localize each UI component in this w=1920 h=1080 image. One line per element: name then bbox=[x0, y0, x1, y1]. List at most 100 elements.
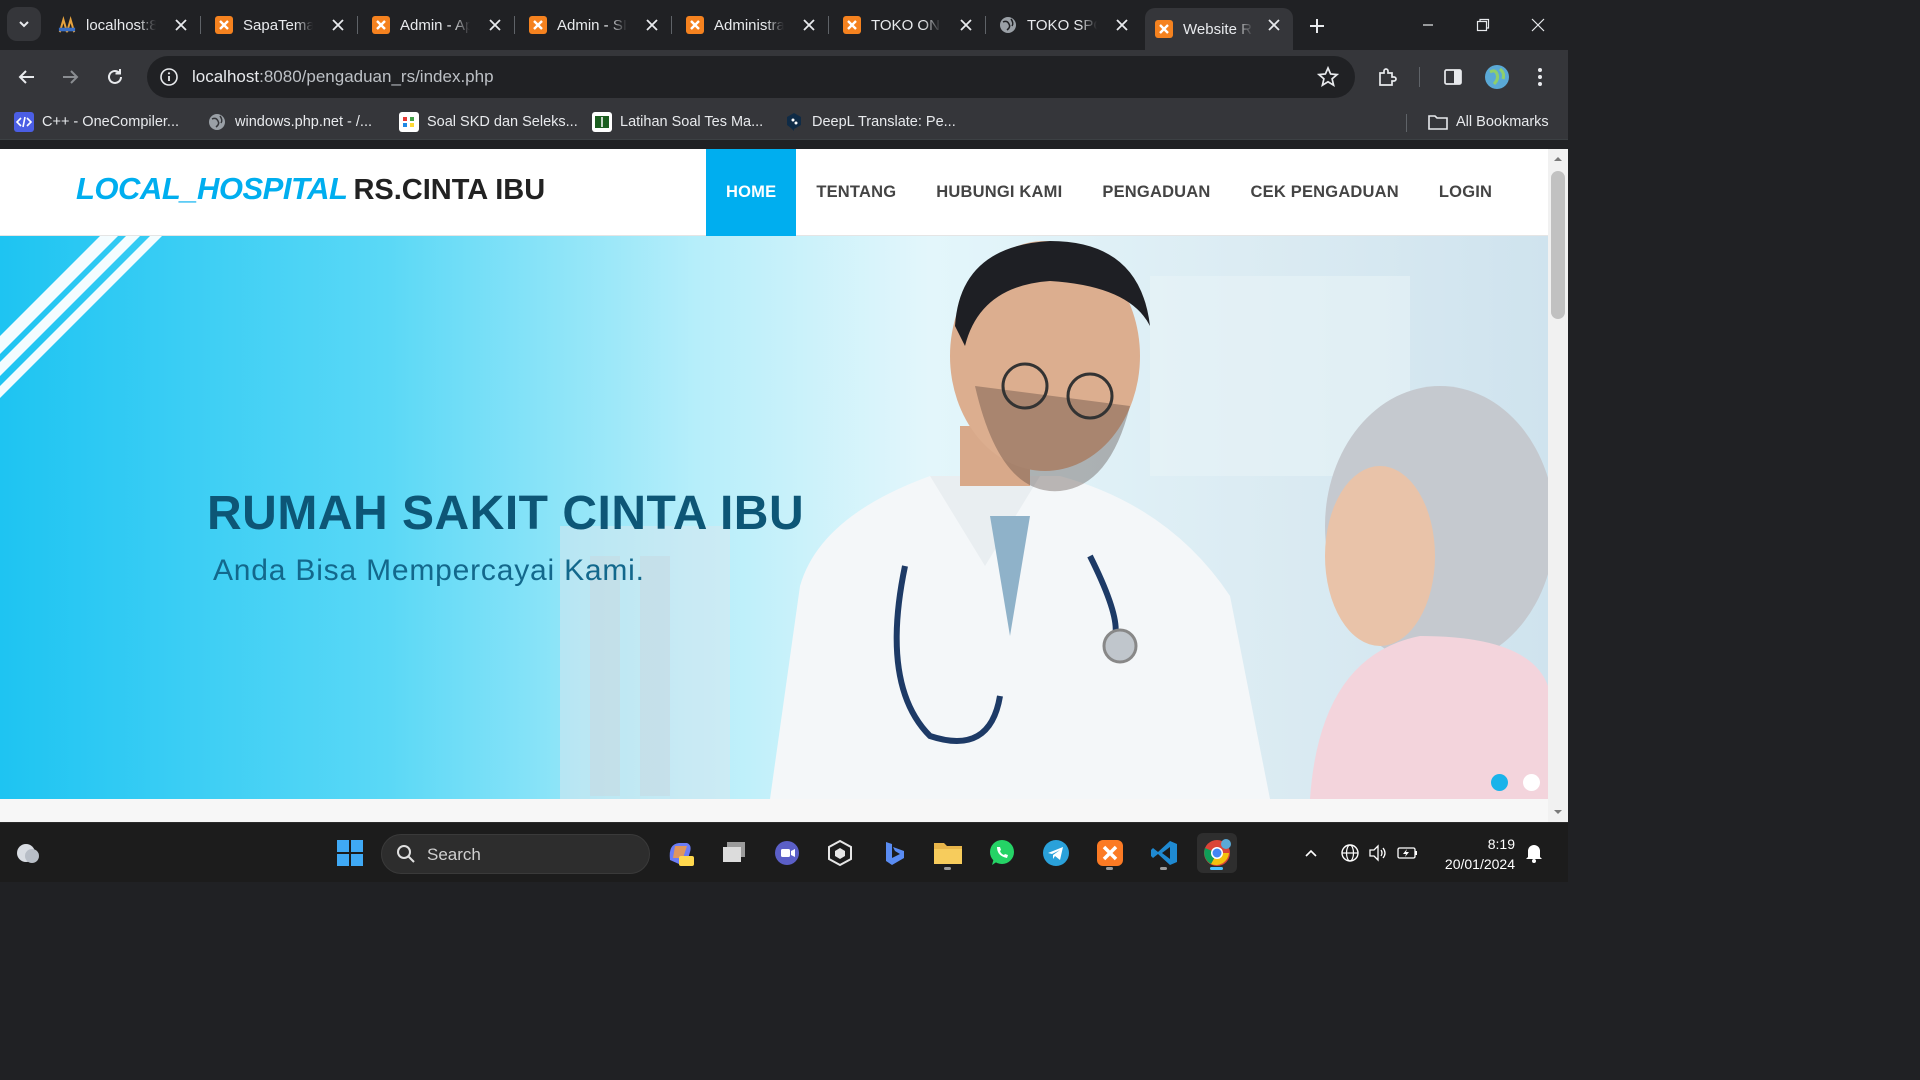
tab-toko-spo[interactable]: TOKO SPO bbox=[989, 8, 1141, 42]
tab-separator bbox=[200, 16, 201, 34]
show-hidden-icons[interactable] bbox=[1300, 842, 1322, 864]
xampp-orange-icon bbox=[58, 16, 76, 34]
bookmark-onecompiler[interactable]: C++ - OneCompiler... bbox=[14, 112, 179, 132]
tab-title: TOKO ONL bbox=[871, 16, 941, 34]
info-icon[interactable] bbox=[159, 67, 179, 87]
side-panel-button[interactable] bbox=[1439, 63, 1467, 91]
bookmark-deepl[interactable]: DeepL Translate: Pe... bbox=[784, 112, 956, 132]
whatsapp-icon bbox=[990, 840, 1014, 865]
teams-button[interactable] bbox=[767, 833, 807, 873]
bookmark-windows-php[interactable]: windows.php.net - /... bbox=[207, 112, 372, 132]
nav-pengaduan[interactable]: PENGADUAN bbox=[1082, 149, 1230, 236]
unity-button[interactable] bbox=[820, 833, 860, 873]
nav-cek-pengaduan[interactable]: CEK PENGADUAN bbox=[1231, 149, 1419, 236]
back-button[interactable] bbox=[11, 61, 43, 93]
browser-toolbar: localhost:8080/pengaduan_rs/index.php bbox=[0, 50, 1568, 104]
tab-title: Administra bbox=[714, 16, 784, 34]
xampp-icon bbox=[843, 16, 861, 34]
chrome-button[interactable] bbox=[1197, 833, 1237, 873]
xampp-button[interactable] bbox=[1090, 833, 1130, 873]
scroll-down-icon[interactable] bbox=[1548, 805, 1568, 819]
url-text[interactable]: localhost:8080/pengaduan_rs/index.php bbox=[192, 67, 494, 87]
weather-widget[interactable] bbox=[8, 833, 48, 873]
page-section-below bbox=[0, 799, 1548, 822]
start-button[interactable] bbox=[330, 833, 370, 873]
tab-sapateman[interactable]: SapaTeman bbox=[205, 8, 358, 42]
bing-icon bbox=[886, 842, 904, 865]
star-icon[interactable] bbox=[1317, 66, 1339, 88]
system-clock[interactable]: 8:19 20/01/2024 bbox=[1445, 834, 1515, 874]
bing-button[interactable] bbox=[874, 833, 914, 873]
tab-administra[interactable]: Administra bbox=[676, 8, 829, 42]
forward-button[interactable] bbox=[54, 61, 86, 93]
bookmark-soal-skd[interactable]: Soal SKD dan Seleks... bbox=[399, 112, 578, 132]
tab-title: Admin - SI bbox=[557, 16, 627, 34]
nav-login[interactable]: LOGIN bbox=[1419, 149, 1512, 236]
code-icon bbox=[14, 112, 34, 132]
tab-admin-si[interactable]: Admin - SI bbox=[519, 8, 672, 42]
puzzle-icon bbox=[1379, 68, 1397, 86]
all-bookmarks-button[interactable]: All Bookmarks bbox=[1428, 112, 1549, 132]
hero-slider: RUMAH SAKIT CINTA IBU Anda Bisa Memperca… bbox=[0, 236, 1548, 799]
network-status[interactable] bbox=[1339, 842, 1361, 864]
close-icon[interactable] bbox=[1113, 16, 1131, 34]
vscode-button[interactable] bbox=[1144, 833, 1184, 873]
bookmarks-bar: C++ - OneCompiler... windows.php.net - /… bbox=[0, 104, 1568, 140]
reload-button[interactable] bbox=[99, 61, 131, 93]
close-icon[interactable] bbox=[486, 16, 504, 34]
whatsapp-button[interactable] bbox=[982, 833, 1022, 873]
close-window-button[interactable] bbox=[1518, 10, 1558, 40]
address-bar[interactable]: localhost:8080/pengaduan_rs/index.php bbox=[147, 56, 1355, 98]
hero-title: RUMAH SAKIT CINTA IBU bbox=[207, 487, 805, 540]
menu-button[interactable] bbox=[1526, 63, 1554, 91]
scroll-up-icon[interactable] bbox=[1548, 152, 1568, 166]
nav-home[interactable]: HOME bbox=[706, 149, 797, 236]
tab-title: Admin - Ap bbox=[400, 16, 470, 34]
tab-localhost[interactable]: localhost:8 bbox=[48, 8, 201, 42]
arrow-left-icon bbox=[18, 70, 34, 84]
slide-indicator-1[interactable] bbox=[1491, 774, 1508, 791]
file-explorer-button[interactable] bbox=[928, 833, 968, 873]
plus-icon bbox=[1310, 19, 1324, 33]
scroll-thumb[interactable] bbox=[1551, 171, 1565, 319]
tab-toko-onl[interactable]: TOKO ONL bbox=[833, 8, 986, 42]
bell-icon bbox=[1526, 845, 1542, 863]
kebab-menu-icon bbox=[1538, 68, 1542, 86]
tab-website-rs[interactable]: Website RS bbox=[1145, 8, 1293, 50]
site-logo[interactable]: LOCAL_HOSPITAL RS.CINTA IBU bbox=[76, 171, 545, 207]
task-view-button[interactable] bbox=[714, 833, 754, 873]
nav-tentang[interactable]: TENTANG bbox=[796, 149, 916, 236]
close-icon[interactable] bbox=[172, 16, 190, 34]
minimize-button[interactable] bbox=[1408, 10, 1448, 40]
globe-icon bbox=[1341, 844, 1359, 862]
folder-icon bbox=[1428, 112, 1448, 132]
minimize-icon bbox=[1423, 24, 1433, 26]
battery-status[interactable] bbox=[1397, 842, 1419, 864]
xampp-icon bbox=[215, 16, 233, 34]
volume-control[interactable] bbox=[1367, 842, 1389, 864]
new-tab-button[interactable] bbox=[1303, 12, 1331, 40]
bookmark-label: DeepL Translate: Pe... bbox=[812, 114, 956, 130]
tab-admin-ap[interactable]: Admin - Ap bbox=[362, 8, 515, 42]
page-viewport: LOCAL_HOSPITAL RS.CINTA IBU HOME TENTANG … bbox=[0, 149, 1568, 822]
restore-button[interactable] bbox=[1463, 10, 1503, 40]
url-path: :8080/pengaduan_rs/index.php bbox=[259, 67, 494, 86]
taskbar-search[interactable]: Search bbox=[381, 834, 650, 874]
slide-indicator-2[interactable] bbox=[1523, 774, 1540, 791]
copilot-button[interactable] bbox=[660, 833, 700, 873]
bookmark-label: Soal SKD dan Seleks... bbox=[427, 114, 578, 130]
telegram-button[interactable] bbox=[1036, 833, 1076, 873]
profile-avatar[interactable] bbox=[1483, 63, 1511, 91]
close-icon[interactable] bbox=[957, 16, 975, 34]
nav-hubungi-kami[interactable]: HUBUNGI KAMI bbox=[916, 149, 1082, 236]
tab-search-button[interactable] bbox=[7, 7, 41, 41]
unity-icon bbox=[828, 839, 852, 867]
extensions-button[interactable] bbox=[1373, 63, 1401, 91]
tab-separator bbox=[985, 16, 986, 34]
close-icon[interactable] bbox=[329, 16, 347, 34]
close-icon[interactable] bbox=[800, 16, 818, 34]
close-icon[interactable] bbox=[643, 16, 661, 34]
notifications-button[interactable] bbox=[1523, 842, 1545, 864]
close-icon[interactable] bbox=[1265, 16, 1283, 34]
bookmark-latihan-soal[interactable]: Latihan Soal Tes Ma... bbox=[592, 112, 763, 132]
